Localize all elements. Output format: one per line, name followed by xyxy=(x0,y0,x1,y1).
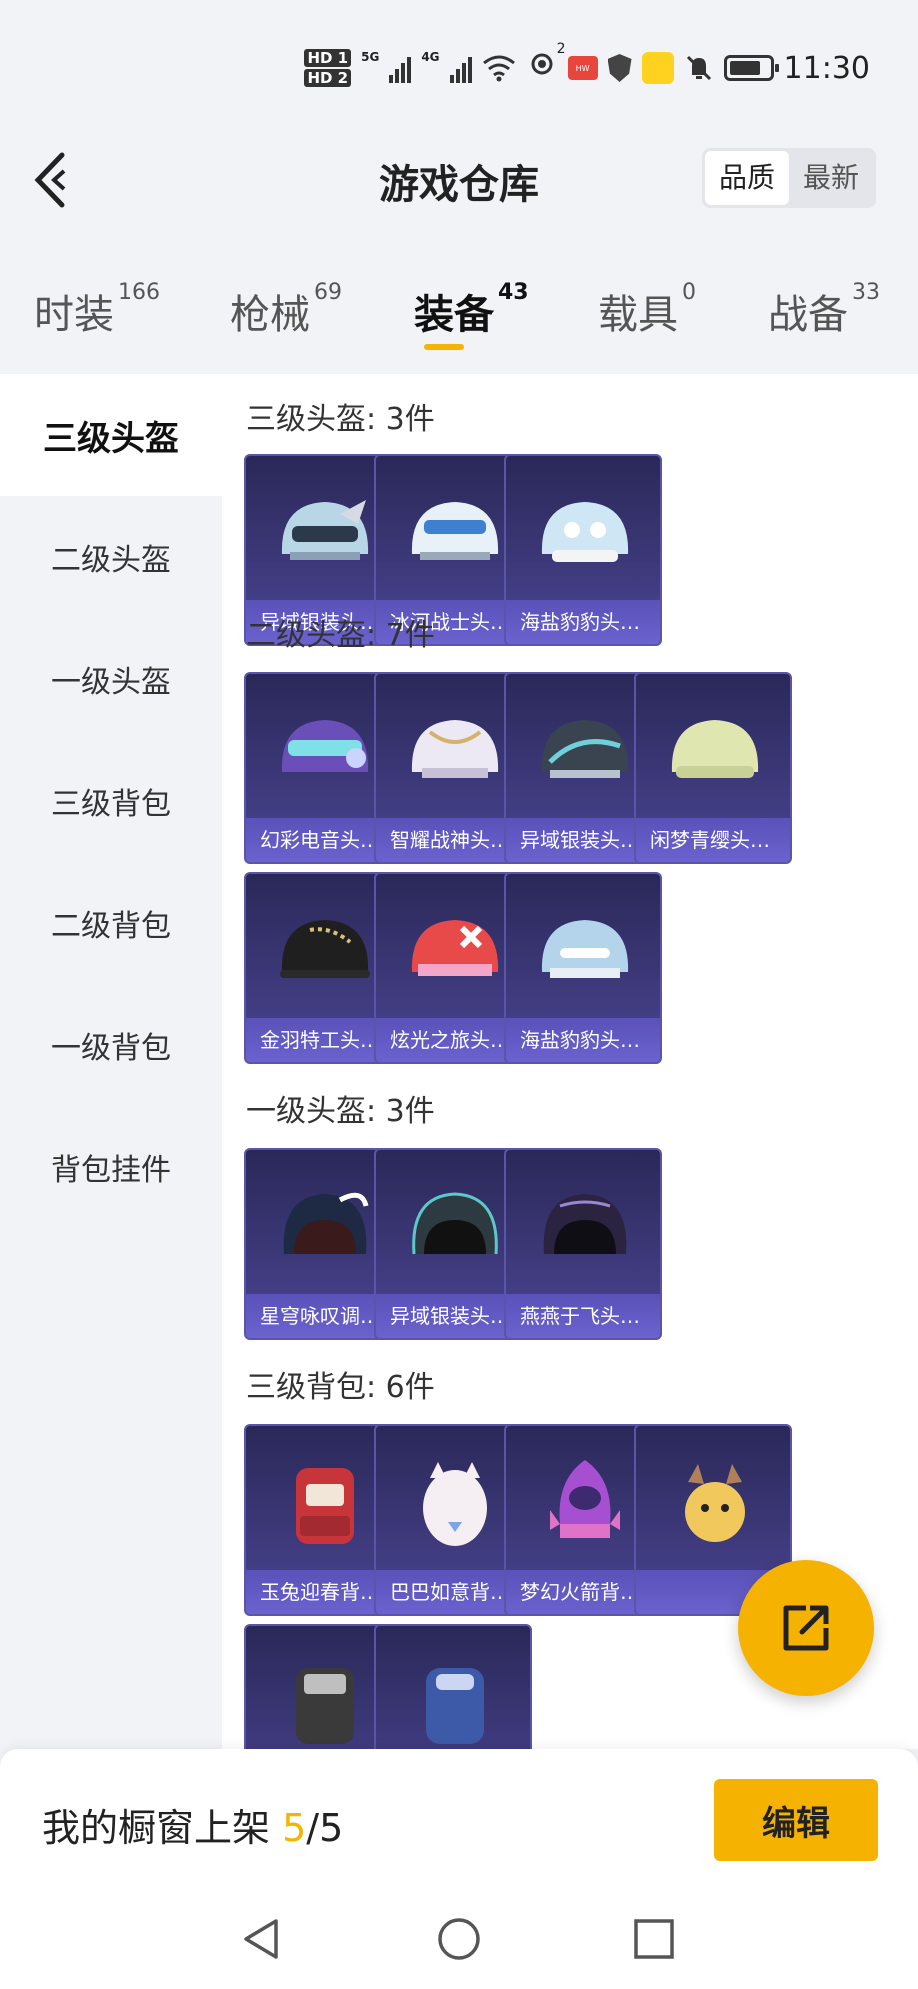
tab-count: 69 xyxy=(314,280,342,305)
sidebar-item-lv2-helmet[interactable]: 二级头盔 xyxy=(0,496,222,618)
sidebar-item-backpack-charm[interactable]: 背包挂件 xyxy=(0,1106,222,1228)
hotspot-icon: 2 xyxy=(526,41,566,87)
status-time: 11:30 xyxy=(783,50,870,86)
helmet-icon xyxy=(541,502,629,562)
section-title: 二级头盔: 7件 xyxy=(246,618,435,653)
hotspot-count: 2 xyxy=(556,41,566,57)
showcase-text: 我的橱窗上架 xyxy=(42,1806,271,1850)
net1-label: 5G xyxy=(361,50,380,64)
system-nav-bar xyxy=(0,1889,918,1989)
helmet-icon xyxy=(283,1192,369,1254)
helmet-icon xyxy=(412,1192,498,1255)
hd2-label: HD 2 xyxy=(304,69,352,87)
sort-quality-button[interactable]: 品质 xyxy=(704,151,789,205)
edit-button[interactable]: 编辑 xyxy=(714,1779,878,1861)
helmet-icon xyxy=(411,720,499,778)
net2-label: 4G xyxy=(421,50,440,64)
tab-fashion[interactable]: 时装 166 xyxy=(34,280,160,340)
backpack-icon xyxy=(296,1668,354,1744)
helmet-icon xyxy=(280,920,370,978)
item-name: 海盐豹豹头… xyxy=(506,1018,660,1062)
tab-label: 战备 xyxy=(768,292,848,338)
item-name: 燕燕于飞头… xyxy=(506,1294,660,1338)
tab-count: 166 xyxy=(118,280,160,305)
item-card[interactable]: 燕燕于飞头… xyxy=(504,1148,662,1340)
app-icon xyxy=(641,52,674,84)
tab-guns[interactable]: 枪械 69 xyxy=(230,280,342,340)
sort-latest-button[interactable]: 最新 xyxy=(789,151,873,205)
nav-back-icon[interactable] xyxy=(238,1915,286,1963)
section-title: 一级头盔: 3件 xyxy=(246,1094,435,1129)
battery-icon xyxy=(723,55,779,81)
item-card[interactable]: 海盐豹豹头… xyxy=(504,872,662,1064)
helmet-icon xyxy=(541,920,629,978)
signal-icon xyxy=(389,53,412,83)
nav-home-icon[interactable] xyxy=(435,1915,483,1963)
item-card[interactable] xyxy=(374,1624,532,1749)
showcase-bar: 我的橱窗上架 5/5 编辑 xyxy=(0,1749,918,1889)
tab-count: 43 xyxy=(498,280,529,305)
section-title: 三级头盔: 3件 xyxy=(246,402,435,437)
item-card[interactable]: 海盐豹豹头… xyxy=(504,454,662,646)
tab-gear[interactable]: 战备 33 xyxy=(768,280,880,340)
item-card[interactable]: 闲梦青缨头… xyxy=(634,672,792,864)
sidebar-item-lv1-backpack[interactable]: 一级背包 xyxy=(0,984,222,1106)
showcase-label: 我的橱窗上架 5/5 xyxy=(42,1797,343,1852)
external-link-icon xyxy=(783,1605,829,1651)
backpack-icon xyxy=(423,1462,487,1546)
hd-icon: HD 1 HD 2 xyxy=(304,48,352,88)
category-tabs: 时装 166 枪械 69 装备 43 载具 0 战备 33 xyxy=(0,270,918,360)
share-button[interactable] xyxy=(738,1560,874,1696)
sort-toggle: 品质 最新 xyxy=(701,148,876,208)
helmet-icon xyxy=(411,502,499,560)
sidebar-item-lv3-helmet[interactable]: 三级头盔 xyxy=(0,374,222,496)
item-grid: 三级头盔: 3件 异域银装头… 冰河战士头… 海盐豹豹头… 二级头盔: 7件 幻… xyxy=(222,374,918,1749)
helmet-icon xyxy=(543,1194,627,1254)
mute-icon xyxy=(686,55,711,81)
wifi-icon xyxy=(482,55,515,82)
helmet-icon xyxy=(281,720,369,772)
nav-recents-icon[interactable] xyxy=(630,1915,678,1963)
showcase-current-count: 5 xyxy=(282,1806,307,1850)
tab-count: 0 xyxy=(682,280,696,305)
tab-vehicles[interactable]: 载具 0 xyxy=(598,280,696,340)
signal-icon xyxy=(449,53,472,83)
helmet-icon xyxy=(671,720,759,778)
sidebar-item-lv1-helmet[interactable]: 一级头盔 xyxy=(0,618,222,740)
sidebar: 三级头盔 二级头盔 一级头盔 三级背包 二级背包 一级背包 背包挂件 xyxy=(0,374,222,1749)
sidebar-item-lv2-backpack[interactable]: 二级背包 xyxy=(0,862,222,984)
tab-count: 33 xyxy=(852,280,880,305)
tab-label: 枪械 xyxy=(230,292,310,338)
tab-equipment[interactable]: 装备 43 xyxy=(414,280,529,340)
huawei-icon: HW xyxy=(567,56,598,80)
backpack-icon xyxy=(426,1668,484,1744)
shield-icon xyxy=(607,54,632,82)
backpack-icon xyxy=(550,1460,620,1538)
helmet-icon xyxy=(541,720,629,778)
status-bar: HD 1 HD 2 5G 4G 2 HW 11:30 xyxy=(0,0,918,130)
active-tab-indicator xyxy=(424,344,464,350)
tab-label: 时装 xyxy=(34,292,114,338)
backpack-icon xyxy=(685,1464,745,1542)
section-title: 三级背包: 6件 xyxy=(246,1370,435,1405)
showcase-total-count: /5 xyxy=(306,1806,344,1850)
item-name: 海盐豹豹头… xyxy=(506,600,660,644)
helmet-icon xyxy=(281,500,369,560)
sidebar-item-lv3-backpack[interactable]: 三级背包 xyxy=(0,740,222,862)
helmet-icon xyxy=(411,920,499,976)
header: 游戏仓库 品质 最新 xyxy=(0,130,918,230)
hd1-label: HD 1 xyxy=(304,49,352,67)
tab-label: 装备 xyxy=(414,292,494,338)
item-name: 闲梦青缨头… xyxy=(636,818,790,862)
tab-label: 载具 xyxy=(598,292,678,338)
backpack-icon xyxy=(296,1468,354,1544)
